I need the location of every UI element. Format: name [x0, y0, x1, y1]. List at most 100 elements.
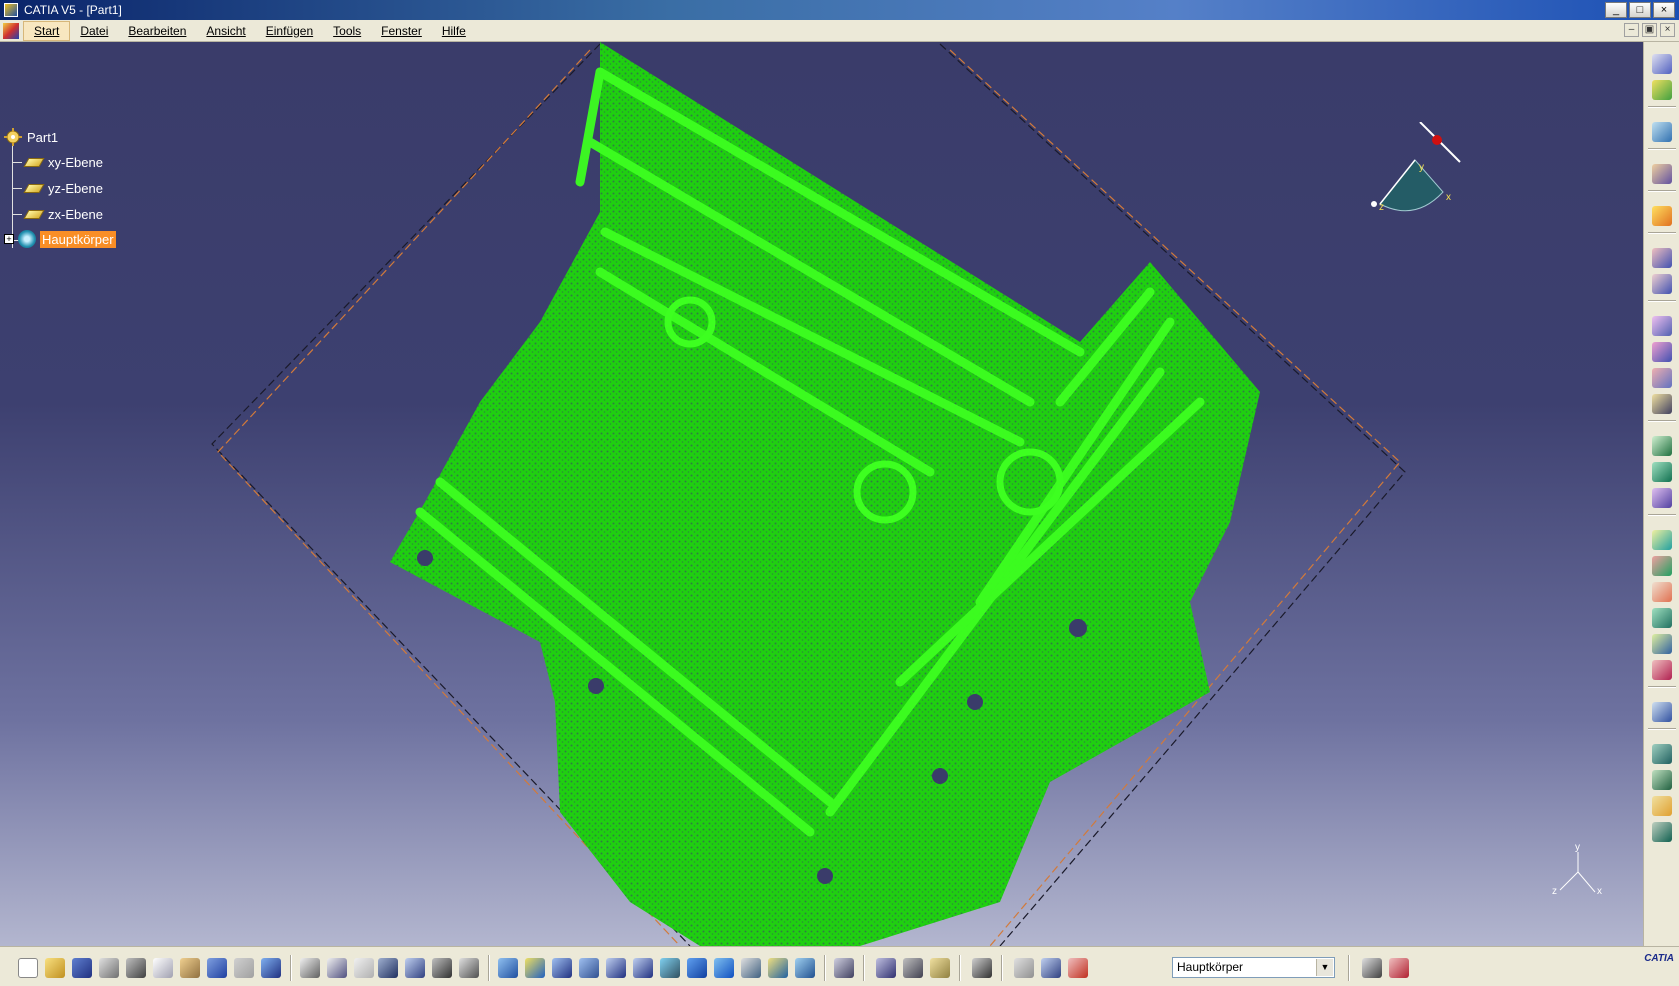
menu-tools[interactable]: Tools — [323, 22, 371, 40]
trim-icon[interactable] — [1652, 582, 1672, 602]
measure-inertia-icon[interactable] — [930, 958, 950, 978]
tree-node-xy-plane[interactable]: xy-Ebene — [23, 154, 105, 171]
catia-app-icon[interactable] — [4, 3, 18, 17]
3d-viewport[interactable]: x y z Part1 xy-Ebene yz-Ebene zx-Ebene +… — [0, 42, 1643, 946]
doc-close-button[interactable]: × — [1660, 23, 1675, 37]
align-icon[interactable] — [1652, 634, 1672, 654]
cut-icon[interactable] — [126, 958, 146, 978]
compass[interactable]: y x z — [1365, 122, 1475, 232]
curvature-icon[interactable] — [1652, 796, 1672, 816]
protect-icon[interactable] — [1652, 274, 1672, 294]
open-folder-icon[interactable] — [45, 958, 65, 978]
toolbar-separator — [1001, 955, 1003, 981]
tree-view-icon[interactable] — [1041, 958, 1061, 978]
rotate-icon[interactable] — [579, 958, 599, 978]
sharp-edges-icon[interactable] — [1652, 530, 1672, 550]
point-cloud[interactable] — [390, 42, 1260, 946]
menu-hilfe[interactable]: Hilfe — [432, 22, 476, 40]
tree-node-part[interactable]: Part1 — [4, 128, 60, 146]
paste-icon[interactable] — [180, 958, 200, 978]
copy-icon[interactable] — [153, 958, 173, 978]
help-icon[interactable] — [261, 958, 281, 978]
doc-restore-button[interactable]: ▣ — [1642, 23, 1657, 37]
measure-item-icon[interactable] — [903, 958, 923, 978]
sketcher-icon[interactable] — [1652, 54, 1672, 74]
curve-from-scan-icon[interactable] — [1652, 436, 1672, 456]
scan-tool-icon[interactable] — [1362, 958, 1382, 978]
plane-icon — [23, 184, 45, 193]
menu-ansicht[interactable]: Ansicht — [196, 22, 255, 40]
planar-section-icon[interactable] — [1652, 462, 1672, 482]
menu-start[interactable]: Start — [23, 20, 71, 41]
select-arrow-icon[interactable] — [1652, 206, 1672, 226]
tree-node-zx-plane[interactable]: zx-Ebene — [23, 206, 105, 223]
compass-handle-icon[interactable] — [1432, 135, 1442, 145]
undo-icon[interactable] — [207, 958, 227, 978]
surface-icon[interactable] — [1652, 744, 1672, 764]
swap-space-icon[interactable] — [795, 958, 815, 978]
print-icon[interactable] — [99, 958, 119, 978]
close-button[interactable]: × — [1653, 2, 1675, 18]
toolbar-separator — [1648, 106, 1676, 108]
cloud-import-icon[interactable] — [1652, 80, 1672, 100]
menu-fenster[interactable]: Fenster — [371, 22, 432, 40]
formula-icon[interactable] — [300, 958, 320, 978]
menu-einfuegen[interactable]: Einfügen — [256, 22, 323, 40]
tree-node-main-body[interactable]: + Hauptkörper — [4, 230, 116, 248]
maximize-button[interactable]: □ — [1629, 2, 1651, 18]
document-window-controls: – ▣ × — [1624, 23, 1675, 37]
refresh-icon[interactable] — [1014, 958, 1034, 978]
menu-datei[interactable]: Datei — [70, 22, 118, 40]
doc-minimize-button[interactable]: – — [1624, 23, 1639, 37]
power-fit-icon[interactable] — [1652, 770, 1672, 790]
mesh-cleaner-icon[interactable] — [1652, 394, 1672, 414]
start-menu-icon[interactable] — [3, 22, 19, 39]
chevron-down-icon[interactable]: ▼ — [1316, 959, 1333, 976]
fit-all-icon[interactable] — [525, 958, 545, 978]
cloud-edit-icon[interactable] — [1652, 122, 1672, 142]
analysis-icon[interactable] — [1652, 702, 1672, 722]
normal-view-icon[interactable] — [660, 958, 680, 978]
offset-icon[interactable] — [1652, 342, 1672, 362]
activate-icon[interactable] — [1652, 164, 1672, 184]
tree-node-yz-plane[interactable]: yz-Ebene — [23, 180, 105, 197]
mesh-creation-icon[interactable] — [1652, 316, 1672, 336]
table-icon[interactable] — [378, 958, 398, 978]
fly-mode-icon[interactable] — [498, 958, 518, 978]
update-icon[interactable] — [834, 958, 854, 978]
menu-bearbeiten[interactable]: Bearbeiten — [118, 22, 196, 40]
filter-icon[interactable] — [1652, 248, 1672, 268]
redo-icon[interactable] — [234, 958, 254, 978]
pan-icon[interactable] — [552, 958, 572, 978]
deviation-icon[interactable] — [1652, 822, 1672, 842]
hide-show-icon[interactable] — [768, 958, 788, 978]
knowledge-icon[interactable] — [405, 958, 425, 978]
iso-view-icon[interactable] — [714, 958, 734, 978]
merge-icon[interactable] — [1652, 608, 1672, 628]
plane-icon — [23, 210, 45, 219]
bottom-toolbar: Hauptkörper ▼ CATIA — [0, 946, 1679, 986]
shading-icon[interactable] — [741, 958, 761, 978]
minimize-button[interactable]: _ — [1605, 2, 1627, 18]
parameters-icon[interactable] — [459, 958, 479, 978]
new-document-icon[interactable] — [18, 958, 38, 978]
comment-icon[interactable] — [327, 958, 347, 978]
save-icon[interactable] — [72, 958, 92, 978]
measure-icon[interactable] — [354, 958, 374, 978]
capture-camera-icon[interactable] — [972, 958, 992, 978]
measure-between-icon[interactable] — [876, 958, 896, 978]
zoom-out-icon[interactable] — [633, 958, 653, 978]
title-bar[interactable]: CATIA V5 - [Part1] _ □ × — [0, 0, 1679, 20]
lock-icon[interactable] — [432, 958, 452, 978]
split-mesh-icon[interactable] — [1652, 556, 1672, 576]
scan-edit-icon[interactable] — [1389, 958, 1409, 978]
multi-view-icon[interactable] — [687, 958, 707, 978]
zoom-in-icon[interactable] — [606, 958, 626, 978]
define-work-object-icon[interactable] — [1068, 958, 1088, 978]
current-body-select[interactable]: Hauptkörper ▼ — [1172, 957, 1335, 978]
projection-icon[interactable] — [1652, 488, 1672, 508]
expand-plus-icon[interactable]: + — [4, 234, 14, 244]
rough-offset-icon[interactable] — [1652, 368, 1672, 388]
toolbar-separator — [959, 955, 961, 981]
distance-icon[interactable] — [1652, 660, 1672, 680]
